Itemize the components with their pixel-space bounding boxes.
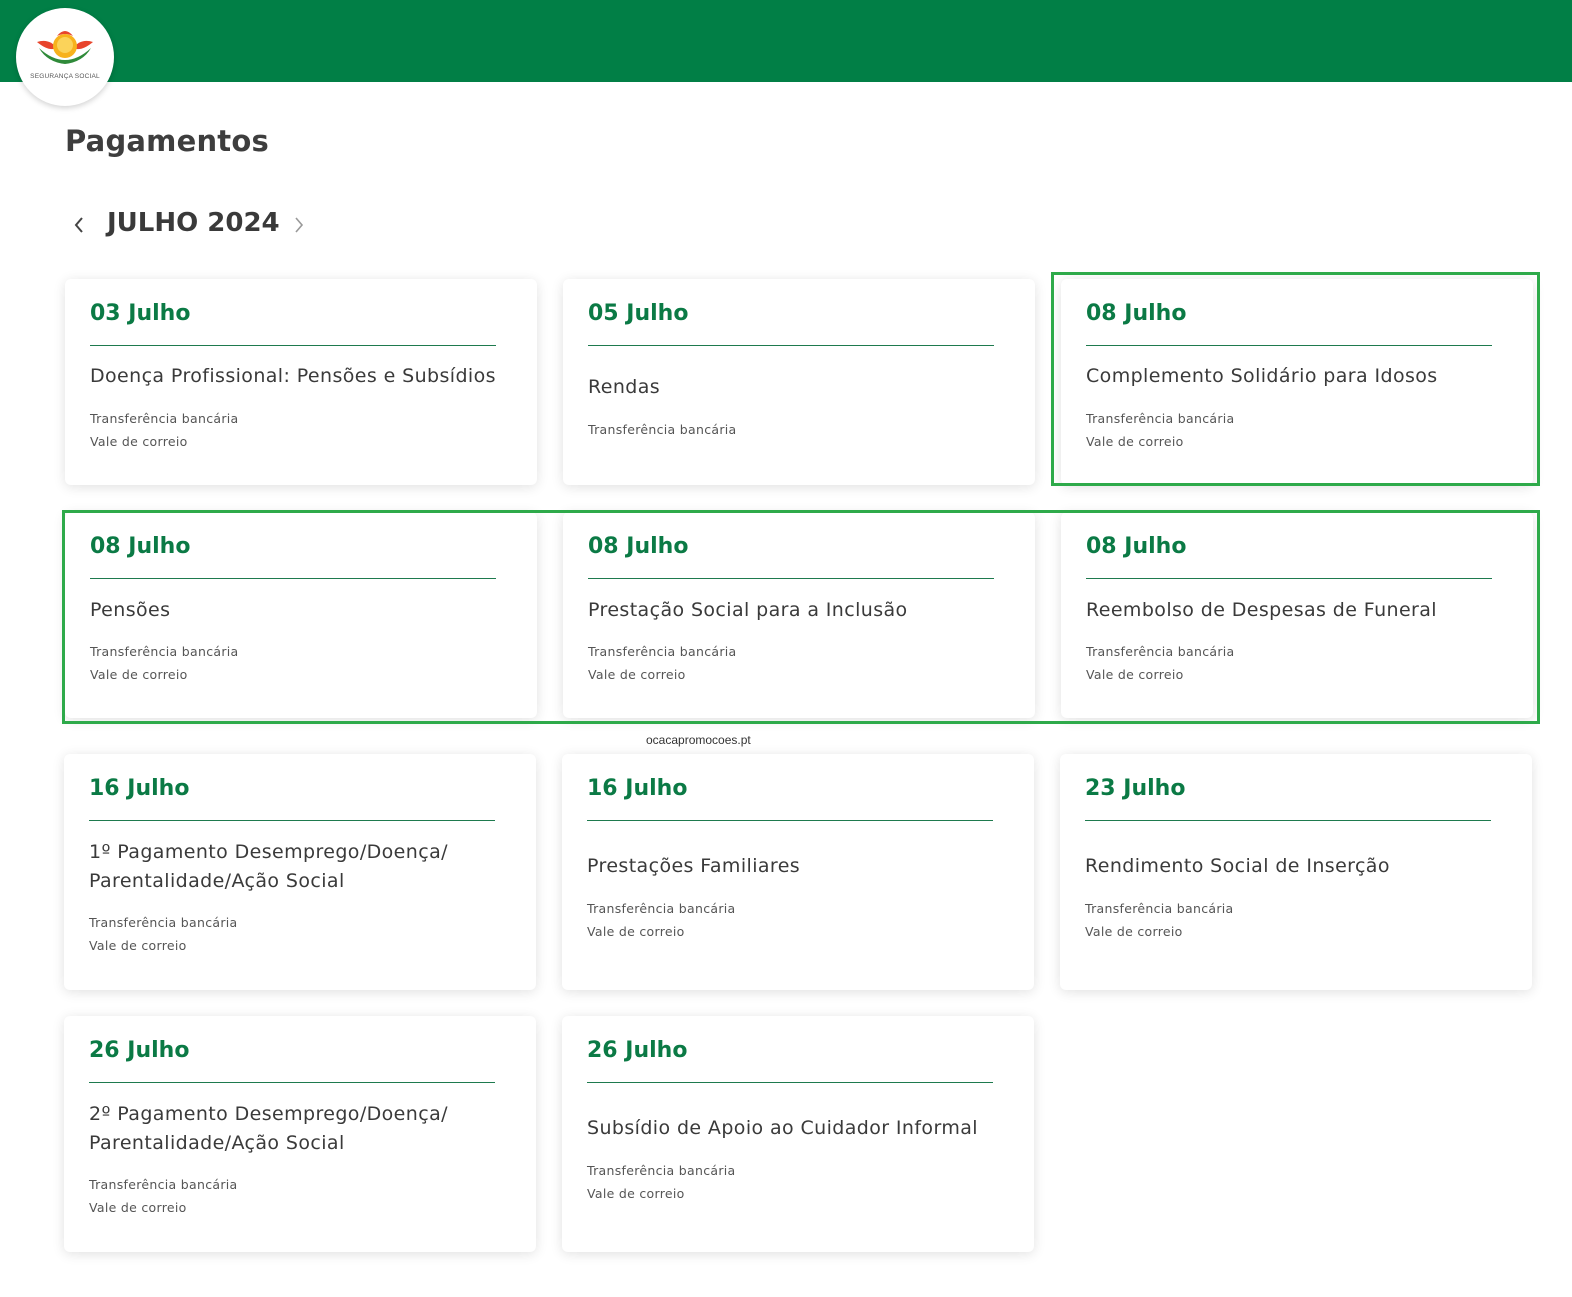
payment-card[interactable]: 08 Julho Prestação Social para a Inclusã… (563, 512, 1035, 718)
divider (587, 820, 993, 821)
payment-method: Vale de correio (1086, 434, 1184, 449)
payment-methods: Transferência bancária Vale de correio (1086, 407, 1235, 453)
payment-methods: Transferência bancária Vale de correio (89, 911, 238, 957)
payment-method: Transferência bancária (90, 411, 239, 426)
payment-title: Prestação Social para a Inclusão (588, 599, 908, 621)
chevron-right-icon[interactable] (289, 214, 309, 236)
payment-methods: Transferência bancária Vale de correio (587, 897, 736, 943)
divider (1086, 345, 1492, 346)
divider (90, 578, 496, 579)
divider (89, 820, 495, 821)
payment-title: Doença Profissional: Pensões e Subsídios (90, 365, 496, 387)
payment-card[interactable]: 08 Julho Complemento Solidário para Idos… (1061, 279, 1533, 485)
logo-icon (37, 31, 93, 64)
payment-date: 08 Julho (1086, 301, 1187, 326)
payment-date: 08 Julho (90, 534, 191, 559)
payment-method: Vale de correio (588, 667, 686, 682)
payment-method: Transferência bancária (89, 1177, 238, 1192)
divider (588, 578, 994, 579)
payment-methods: Transferência bancária Vale de correio (89, 1173, 238, 1219)
payment-date: 03 Julho (90, 301, 191, 326)
payment-method: Transferência bancária (90, 644, 239, 659)
payment-card[interactable]: 05 Julho Rendas Transferência bancária (563, 279, 1035, 485)
payment-title: Rendimento Social de Inserção (1085, 855, 1390, 877)
payment-date: 08 Julho (1086, 534, 1187, 559)
payment-method: Transferência bancária (587, 901, 736, 916)
watermark-text: ocacapromocoes.pt (646, 733, 751, 747)
divider (89, 1082, 495, 1083)
payment-date: 16 Julho (89, 776, 190, 801)
payment-method: Transferência bancária (588, 422, 737, 437)
payment-method: Transferência bancária (588, 644, 737, 659)
payment-methods: Transferência bancária Vale de correio (90, 407, 239, 453)
logo-text: SEGURANÇA SOCIAL (30, 73, 100, 80)
payment-methods: Transferência bancária Vale de correio (90, 640, 239, 686)
payment-method: Transferência bancária (1086, 644, 1235, 659)
payment-method: Vale de correio (1085, 924, 1183, 939)
payment-title: 1º Pagamento Desemprego/Doença/ Parental… (89, 841, 448, 892)
month-label: JULHO 2024 (107, 208, 280, 238)
payment-card[interactable]: 16 Julho 1º Pagamento Desemprego/Doença/… (64, 754, 536, 990)
seguranca-social-logo[interactable]: SEGURANÇA SOCIAL (16, 8, 114, 106)
page-title: Pagamentos (65, 124, 269, 158)
payment-method: Vale de correio (89, 1200, 187, 1215)
payment-date: 26 Julho (89, 1038, 190, 1063)
payment-method: Vale de correio (90, 667, 188, 682)
payment-method: Transferência bancária (1085, 901, 1234, 916)
divider (90, 345, 496, 346)
payment-card[interactable]: 03 Julho Doença Profissional: Pensões e … (65, 279, 537, 485)
payment-date: 05 Julho (588, 301, 689, 326)
payment-card[interactable]: 16 Julho Prestações Familiares Transferê… (562, 754, 1034, 990)
payment-method: Vale de correio (90, 434, 188, 449)
payment-methods: Transferência bancária Vale de correio (587, 1159, 736, 1205)
divider (1086, 578, 1492, 579)
payment-method: Transferência bancária (587, 1163, 736, 1178)
payment-date: 16 Julho (587, 776, 688, 801)
payment-title: 2º Pagamento Desemprego/Doença/ Parental… (89, 1103, 448, 1154)
payment-methods: Transferência bancária Vale de correio (588, 640, 737, 686)
payment-date: 26 Julho (587, 1038, 688, 1063)
payment-method: Vale de correio (587, 1186, 685, 1201)
payment-card[interactable]: 08 Julho Reembolso de Despesas de Funera… (1061, 512, 1533, 718)
payment-title: Prestações Familiares (587, 855, 801, 877)
payment-card[interactable]: 23 Julho Rendimento Social de Inserção T… (1060, 754, 1532, 990)
payment-date: 08 Julho (588, 534, 689, 559)
divider (588, 345, 994, 346)
payment-methods: Transferência bancária Vale de correio (1085, 897, 1234, 943)
top-header-bar (0, 0, 1572, 82)
payment-title: Complemento Solidário para Idosos (1086, 365, 1438, 387)
payment-method: Vale de correio (1086, 667, 1184, 682)
payment-method: Vale de correio (587, 924, 685, 939)
payment-methods: Transferência bancária (588, 418, 737, 441)
payment-title: Reembolso de Despesas de Funeral (1086, 599, 1437, 621)
payment-card[interactable]: 26 Julho Subsídio de Apoio ao Cuidador I… (562, 1016, 1034, 1252)
payment-title: Pensões (90, 599, 171, 621)
payment-title: Subsídio de Apoio ao Cuidador Informal (587, 1117, 978, 1139)
divider (587, 1082, 993, 1083)
payment-method: Vale de correio (89, 938, 187, 953)
payment-method: Transferência bancária (1086, 411, 1235, 426)
payment-card[interactable]: 08 Julho Pensões Transferência bancária … (65, 512, 537, 718)
chevron-left-icon[interactable] (69, 214, 89, 236)
payment-method: Transferência bancária (89, 915, 238, 930)
payment-card[interactable]: 26 Julho 2º Pagamento Desemprego/Doença/… (64, 1016, 536, 1252)
payment-date: 23 Julho (1085, 776, 1186, 801)
payment-methods: Transferência bancária Vale de correio (1086, 640, 1235, 686)
payment-title: Rendas (588, 376, 661, 398)
divider (1085, 820, 1491, 821)
